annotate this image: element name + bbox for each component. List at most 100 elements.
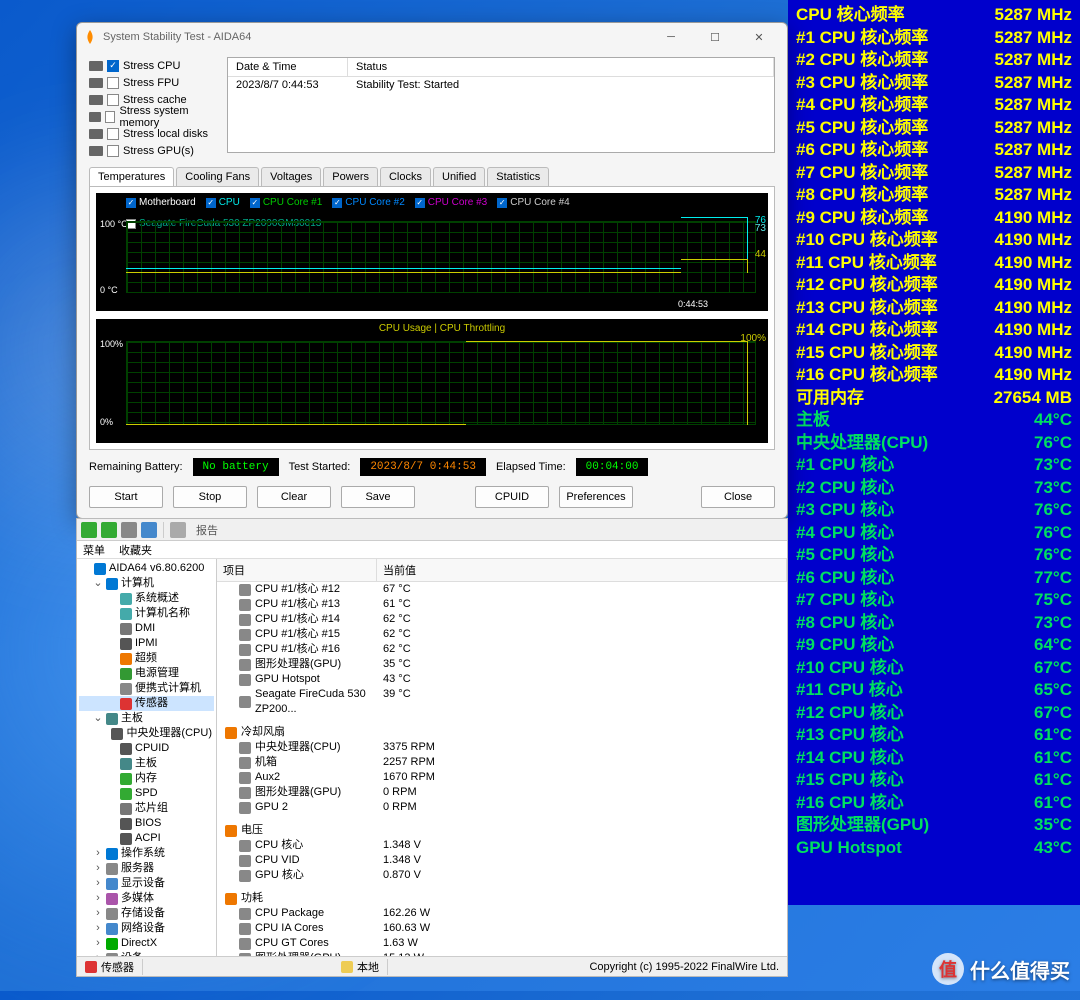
tree-item[interactable]: ›网络设备 bbox=[79, 921, 214, 936]
stress-option[interactable]: Stress local disks bbox=[89, 125, 215, 142]
col-value[interactable]: 当前值 bbox=[377, 559, 787, 581]
tree-item[interactable]: 芯片组 bbox=[79, 801, 214, 816]
col-item[interactable]: 项目 bbox=[217, 559, 377, 581]
up-icon[interactable] bbox=[121, 522, 137, 538]
list-row[interactable]: CPU #1/核心 #1662 °C bbox=[217, 642, 787, 657]
list-row[interactable]: 机箱2257 RPM bbox=[217, 755, 787, 770]
tree-item[interactable]: CPUID bbox=[79, 741, 214, 756]
list-row[interactable]: 电压 bbox=[217, 823, 787, 838]
tree-item[interactable]: 中央处理器(CPU) bbox=[79, 726, 214, 741]
tree-item[interactable]: ›服务器 bbox=[79, 861, 214, 876]
tree-item[interactable]: 传感器 bbox=[79, 696, 214, 711]
list-row[interactable]: GPU Hotspot43 °C bbox=[217, 672, 787, 687]
tree-item[interactable]: ›多媒体 bbox=[79, 891, 214, 906]
tree-item[interactable]: ⌄主板 bbox=[79, 711, 214, 726]
maximize-button[interactable]: ☐ bbox=[693, 23, 737, 51]
tab-cooling fans[interactable]: Cooling Fans bbox=[176, 167, 259, 186]
tree-item[interactable]: AIDA64 v6.80.6200 bbox=[79, 561, 214, 576]
tab-clocks[interactable]: Clocks bbox=[380, 167, 431, 186]
sensor-list[interactable]: 项目 当前值 CPU #1/核心 #1267 °CCPU #1/核心 #1361… bbox=[217, 559, 787, 956]
legend-item[interactable]: ✓CPU bbox=[206, 197, 240, 208]
osd-row: #7 CPU 核心75°C bbox=[796, 589, 1072, 612]
titlebar[interactable]: System Stability Test - AIDA64 ─ ☐ ✕ bbox=[77, 23, 787, 51]
tree-item[interactable]: 计算机名称 bbox=[79, 606, 214, 621]
list-row[interactable]: 冷却风扇 bbox=[217, 725, 787, 740]
stress-option[interactable]: Stress system memory bbox=[89, 108, 215, 125]
list-row[interactable]: 功耗 bbox=[217, 891, 787, 906]
tree-item[interactable]: BIOS bbox=[79, 816, 214, 831]
minimize-button[interactable]: ─ bbox=[649, 23, 693, 51]
close-dialog-button[interactable]: Close bbox=[701, 486, 775, 508]
list-row[interactable]: CPU GT Cores1.63 W bbox=[217, 936, 787, 951]
list-row[interactable]: Seagate FireCuda 530 ZP200...39 °C bbox=[217, 687, 787, 717]
report-icon[interactable] bbox=[170, 522, 186, 538]
tree-item[interactable]: ›显示设备 bbox=[79, 876, 214, 891]
list-row[interactable]: GPU 20 RPM bbox=[217, 800, 787, 815]
save-button[interactable]: Save bbox=[341, 486, 415, 508]
tree-item[interactable]: ⌄计算机 bbox=[79, 576, 214, 591]
osd-row: #16 CPU 核心频率4190 MHz bbox=[796, 364, 1072, 387]
tab-powers[interactable]: Powers bbox=[323, 167, 378, 186]
list-row[interactable]: 图形处理器(GPU)0 RPM bbox=[217, 785, 787, 800]
start-button[interactable]: Start bbox=[89, 486, 163, 508]
tree-item[interactable]: 内存 bbox=[79, 771, 214, 786]
stress-option[interactable]: ✓Stress CPU bbox=[89, 57, 215, 74]
window-title: System Stability Test - AIDA64 bbox=[103, 31, 649, 43]
tree-item[interactable]: 系统概述 bbox=[79, 591, 214, 606]
back-icon[interactable] bbox=[81, 522, 97, 538]
legend-item[interactable]: ✓CPU Core #1 bbox=[250, 197, 322, 208]
list-row[interactable]: CPU #1/核心 #1267 °C bbox=[217, 582, 787, 597]
close-button[interactable]: ✕ bbox=[737, 23, 781, 51]
list-row[interactable]: 中央处理器(CPU)3375 RPM bbox=[217, 740, 787, 755]
menu-main[interactable]: 菜单 bbox=[83, 542, 105, 558]
cpuid-button[interactable]: CPUID bbox=[475, 486, 549, 508]
tab-temperatures[interactable]: Temperatures bbox=[89, 167, 174, 186]
list-row[interactable]: CPU #1/核心 #1562 °C bbox=[217, 627, 787, 642]
tree-item[interactable]: SPD bbox=[79, 786, 214, 801]
list-row[interactable]: CPU Package162.26 W bbox=[217, 906, 787, 921]
stress-option[interactable]: Stress GPU(s) bbox=[89, 142, 215, 159]
list-row[interactable]: Aux21670 RPM bbox=[217, 770, 787, 785]
tree-item[interactable]: 超频 bbox=[79, 651, 214, 666]
tab-unified[interactable]: Unified bbox=[433, 167, 485, 186]
tab-voltages[interactable]: Voltages bbox=[261, 167, 321, 186]
stress-option[interactable]: Stress FPU bbox=[89, 74, 215, 91]
tree-item[interactable]: ›存储设备 bbox=[79, 906, 214, 921]
tree-item[interactable]: ACPI bbox=[79, 831, 214, 846]
osd-row: #3 CPU 核心频率5287 MHz bbox=[796, 72, 1072, 95]
forward-icon[interactable] bbox=[101, 522, 117, 538]
list-row[interactable]: CPU #1/核心 #1462 °C bbox=[217, 612, 787, 627]
legend-item[interactable]: ✓CPU Core #4 bbox=[497, 197, 569, 208]
tab-statistics[interactable]: Statistics bbox=[487, 167, 549, 186]
temperature-chart: ✓Motherboard ✓CPU ✓CPU Core #1 ✓CPU Core #2… bbox=[96, 193, 768, 311]
started-value: 2023/8/7 0:44:53 bbox=[360, 458, 486, 476]
tree-item[interactable]: 主板 bbox=[79, 756, 214, 771]
osd-row: GPU Hotspot43°C bbox=[796, 837, 1072, 860]
list-row[interactable]: GPU 核心0.870 V bbox=[217, 868, 787, 883]
refresh-icon[interactable] bbox=[141, 522, 157, 538]
legend-item[interactable]: ✓CPU Core #3 bbox=[415, 197, 487, 208]
battery-value: No battery bbox=[193, 458, 279, 476]
nav-tree[interactable]: AIDA64 v6.80.6200⌄计算机系统概述计算机名称DMIIPMI超频电… bbox=[77, 559, 217, 956]
list-row[interactable]: CPU 核心1.348 V bbox=[217, 838, 787, 853]
tree-item[interactable]: ›DirectX bbox=[79, 936, 214, 951]
log-box: Date & Time Status 2023/8/7 0:44:53 Stab… bbox=[227, 57, 775, 153]
tree-item[interactable]: ›操作系统 bbox=[79, 846, 214, 861]
osd-row: #13 CPU 核心61°C bbox=[796, 724, 1072, 747]
tree-item[interactable]: 便携式计算机 bbox=[79, 681, 214, 696]
tree-item[interactable]: 电源管理 bbox=[79, 666, 214, 681]
legend-item[interactable]: ✓Motherboard bbox=[126, 197, 196, 208]
usage-chart: CPU Usage | CPU Throttling 100% 0% 100% bbox=[96, 319, 768, 443]
clear-button[interactable]: Clear bbox=[257, 486, 331, 508]
menu-fav[interactable]: 收藏夹 bbox=[119, 542, 152, 558]
legend-item[interactable]: ✓CPU Core #2 bbox=[332, 197, 404, 208]
list-row[interactable]: CPU #1/核心 #1361 °C bbox=[217, 597, 787, 612]
tree-item[interactable]: IPMI bbox=[79, 636, 214, 651]
prefs-button[interactable]: Preferences bbox=[559, 486, 633, 508]
tree-item[interactable]: DMI bbox=[79, 621, 214, 636]
list-row[interactable]: CPU IA Cores160.63 W bbox=[217, 921, 787, 936]
list-row[interactable]: 图形处理器(GPU)35 °C bbox=[217, 657, 787, 672]
osd-row: #3 CPU 核心76°C bbox=[796, 499, 1072, 522]
list-row[interactable]: CPU VID1.348 V bbox=[217, 853, 787, 868]
stop-button[interactable]: Stop bbox=[173, 486, 247, 508]
